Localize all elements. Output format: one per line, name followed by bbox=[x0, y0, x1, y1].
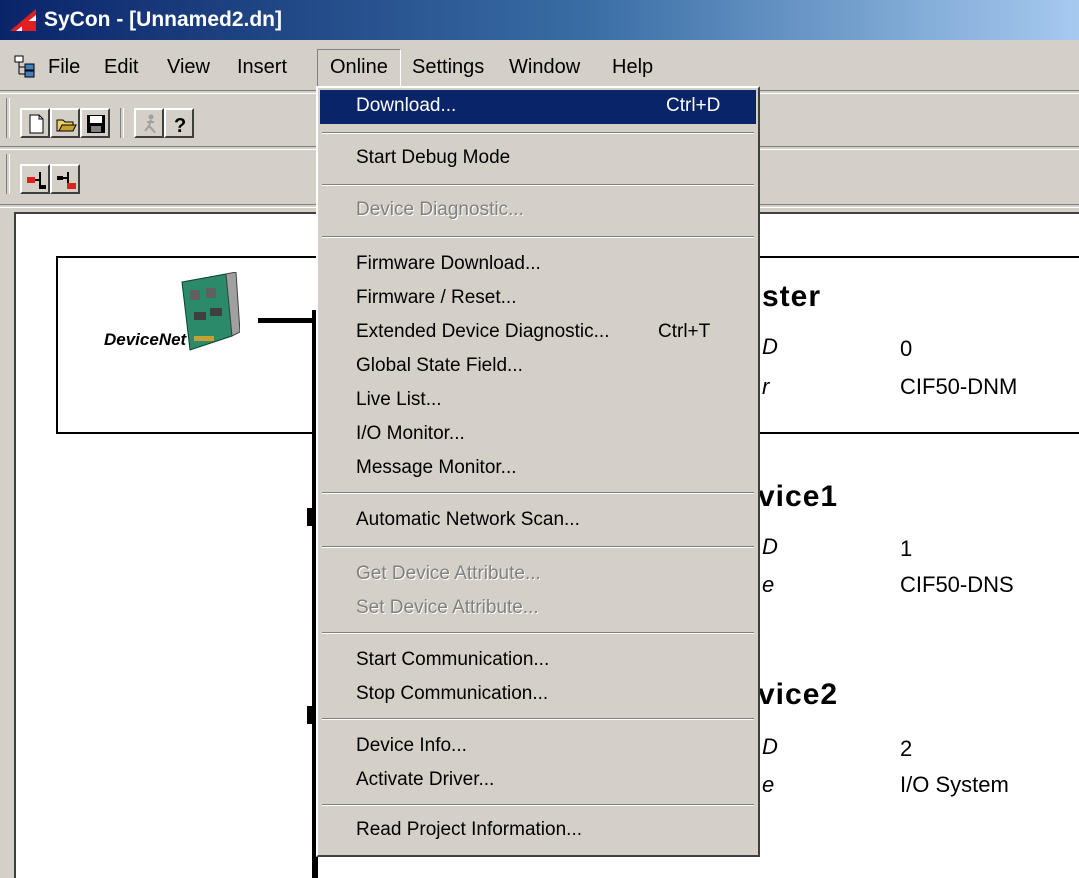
sycon-app-icon[interactable] bbox=[8, 7, 38, 33]
device1-value-1: 1 bbox=[900, 536, 913, 561]
menu-item-get-device-attribute: Get Device Attribute... bbox=[320, 558, 756, 592]
menu-item-device-info[interactable]: Device Info... bbox=[320, 730, 756, 764]
device2-connector bbox=[307, 706, 315, 724]
menu-item-label: Firmware / Reset... bbox=[356, 287, 517, 308]
menu-item-label: Start Communication... bbox=[356, 649, 550, 670]
menu-item-shortcut: Ctrl+T bbox=[658, 321, 711, 342]
devicenet-logo: DeviceNet bbox=[104, 330, 187, 349]
device2-value-1: 2 bbox=[900, 736, 913, 761]
menu-file[interactable]: File bbox=[48, 56, 80, 79]
menu-item-set-device-attribute: Set Device Attribute... bbox=[320, 592, 756, 626]
menu-bar: File Edit View Insert Online Settings Wi… bbox=[0, 44, 1079, 88]
device1-connector bbox=[307, 508, 315, 526]
menu-online[interactable]: Online bbox=[330, 56, 388, 79]
network-view-right-button[interactable] bbox=[50, 164, 80, 194]
device1-title[interactable]: vice1 bbox=[758, 480, 838, 514]
menu-item-automatic-network-scan[interactable]: Automatic Network Scan... bbox=[320, 504, 756, 538]
menu-item-firmware-reset[interactable]: Firmware / Reset... bbox=[320, 282, 756, 316]
menu-separator bbox=[322, 804, 754, 806]
menu-item-message-monitor[interactable]: Message Monitor... bbox=[320, 452, 756, 486]
new-document-button[interactable] bbox=[20, 108, 50, 138]
menu-item-label: Device Diagnostic... bbox=[356, 199, 524, 220]
master-value-2: CIF50-DNM bbox=[900, 374, 1018, 399]
toolbar-divider bbox=[120, 108, 124, 138]
svg-text:?: ? bbox=[174, 115, 186, 135]
menu-item-label: Live List... bbox=[356, 389, 442, 410]
menu-separator bbox=[322, 492, 754, 494]
menu-item-live-list[interactable]: Live List... bbox=[320, 384, 756, 418]
menu-item-label: Read Project Information... bbox=[356, 819, 582, 840]
running-man-icon bbox=[144, 114, 156, 134]
menu-item-shortcut: Ctrl+D bbox=[666, 95, 721, 116]
network-view-left-button[interactable] bbox=[20, 164, 50, 194]
run-button bbox=[134, 108, 164, 138]
floppy-disk-icon bbox=[87, 115, 105, 133]
menu-item-label: Start Debug Mode bbox=[356, 147, 511, 168]
menu-item-label: Get Device Attribute... bbox=[356, 563, 541, 584]
save-button[interactable] bbox=[80, 108, 110, 138]
device2-label-1: D bbox=[762, 734, 778, 759]
menu-window[interactable]: Window bbox=[509, 56, 580, 79]
open-button[interactable] bbox=[50, 108, 80, 138]
online-menu-dropdown: Download... Ctrl+D Start Debug Mode Devi… bbox=[316, 86, 760, 857]
title-bar[interactable]: SyCon - [Unnamed2.dn] bbox=[0, 0, 1079, 40]
open-folder-icon bbox=[56, 119, 77, 132]
menu-view[interactable]: View bbox=[167, 56, 210, 79]
menu-item-label: Activate Driver... bbox=[356, 769, 495, 790]
master-label-1: D bbox=[762, 334, 778, 359]
window-title: SyCon - [Unnamed2.dn] bbox=[44, 8, 283, 31]
menu-item-firmware-download[interactable]: Firmware Download... bbox=[320, 248, 756, 282]
network-node-left-icon bbox=[27, 172, 46, 189]
menu-separator bbox=[322, 132, 754, 134]
menu-item-global-state-field[interactable]: Global State Field... bbox=[320, 350, 756, 384]
menu-item-start-communication[interactable]: Start Communication... bbox=[320, 644, 756, 678]
menu-item-device-diagnostic: Device Diagnostic... bbox=[320, 194, 756, 228]
menu-item-start-debug-mode[interactable]: Start Debug Mode bbox=[320, 142, 756, 176]
document-tree-icon[interactable] bbox=[13, 54, 37, 78]
menu-insert[interactable]: Insert bbox=[237, 56, 287, 79]
menu-item-label: Message Monitor... bbox=[356, 457, 517, 478]
menu-item-io-monitor[interactable]: I/O Monitor... bbox=[320, 418, 756, 452]
menu-item-download[interactable]: Download... Ctrl+D bbox=[320, 90, 756, 124]
device1-value-2: CIF50-DNS bbox=[900, 572, 1014, 597]
master-value-1: 0 bbox=[900, 336, 913, 361]
help-button[interactable]: ? bbox=[164, 108, 194, 138]
new-document-icon bbox=[29, 114, 44, 134]
menu-separator bbox=[322, 718, 754, 720]
toolbar-grip-2[interactable] bbox=[6, 154, 10, 194]
menu-item-label: I/O Monitor... bbox=[356, 423, 465, 444]
menu-separator bbox=[322, 236, 754, 238]
menu-separator bbox=[322, 546, 754, 548]
menu-item-label: Download... bbox=[356, 95, 457, 116]
menu-item-label: Global State Field... bbox=[356, 355, 523, 376]
menu-item-extended-device-diagnostic[interactable]: Extended Device Diagnostic... Ctrl+T bbox=[320, 316, 756, 350]
device2-label-2: e bbox=[762, 772, 775, 797]
device1-label-1: D bbox=[762, 534, 778, 559]
master-label-2: r bbox=[762, 374, 770, 399]
master-title: ster bbox=[762, 280, 822, 313]
device2-title[interactable]: vice2 bbox=[758, 678, 838, 712]
menu-item-label: Automatic Network Scan... bbox=[356, 509, 580, 530]
toolbar-grip[interactable] bbox=[6, 98, 10, 138]
master-connection-line bbox=[258, 318, 318, 323]
device1-label-2: e bbox=[762, 572, 775, 597]
menu-item-label: Device Info... bbox=[356, 735, 467, 756]
menu-help[interactable]: Help bbox=[612, 56, 653, 79]
menu-separator bbox=[322, 184, 754, 186]
menu-item-read-project-information[interactable]: Read Project Information... bbox=[320, 814, 756, 848]
menu-settings[interactable]: Settings bbox=[412, 56, 484, 79]
menu-item-activate-driver[interactable]: Activate Driver... bbox=[320, 764, 756, 798]
menu-edit[interactable]: Edit bbox=[104, 56, 138, 79]
menu-item-stop-communication[interactable]: Stop Communication... bbox=[320, 678, 756, 712]
device2-value-2: I/O System bbox=[900, 772, 1009, 797]
network-node-right-icon bbox=[57, 172, 76, 189]
menu-item-label: Stop Communication... bbox=[356, 683, 549, 704]
menu-item-label: Firmware Download... bbox=[356, 253, 541, 274]
menu-item-label: Extended Device Diagnostic... bbox=[356, 321, 610, 342]
help-question-icon: ? bbox=[174, 115, 186, 135]
menu-item-label: Set Device Attribute... bbox=[356, 597, 539, 618]
menu-separator bbox=[322, 632, 754, 634]
